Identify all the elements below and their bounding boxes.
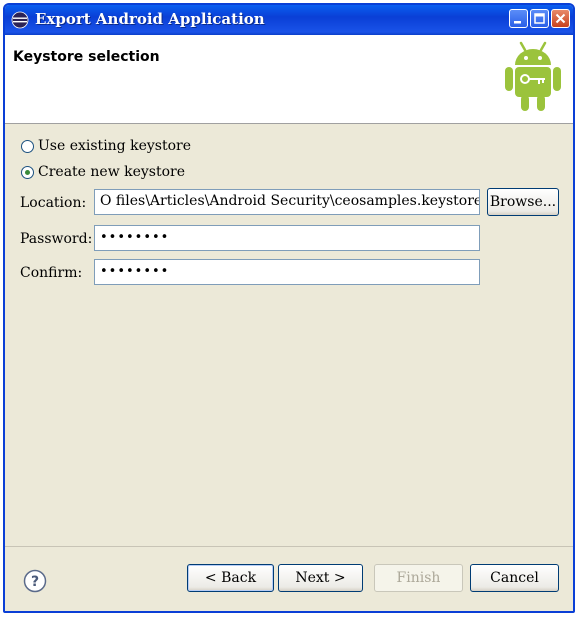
create-new-keystore-radio[interactable]	[21, 165, 34, 179]
wizard-body: Use existing keystore Create new keystor…	[5, 124, 573, 546]
finish-button: Finish	[374, 564, 463, 592]
back-button[interactable]: < Back	[187, 564, 274, 592]
android-logo	[505, 41, 561, 111]
browse-button[interactable]: Browse...	[487, 188, 559, 216]
close-button[interactable]	[551, 9, 570, 28]
export-dialog: Export Android Application Keystore sele…	[3, 3, 575, 613]
svg-text:?: ?	[31, 574, 39, 590]
window-title: Export Android Application	[35, 10, 265, 28]
password-field[interactable]: ••••••••	[94, 225, 480, 251]
location-label: Location:	[20, 195, 87, 211]
eclipse-icon	[11, 11, 29, 29]
location-field[interactable]: O files\Articles\Android Security\ceosam…	[94, 189, 480, 215]
create-new-keystore-option[interactable]: Create new keystore	[21, 164, 185, 180]
title-bar[interactable]: Export Android Application	[5, 5, 573, 35]
cancel-button[interactable]: Cancel	[470, 564, 559, 592]
use-existing-keystore-label: Use existing keystore	[38, 138, 191, 154]
use-existing-keystore-radio[interactable]	[21, 139, 34, 153]
close-icon	[555, 13, 566, 24]
wizard-header: Keystore selection	[5, 35, 573, 124]
help-icon[interactable]: ?	[23, 569, 47, 593]
next-button[interactable]: Next >	[278, 564, 363, 592]
minimize-icon	[514, 21, 521, 24]
maximize-icon	[534, 13, 545, 24]
button-bar: ? < Back Next > Finish Cancel	[5, 546, 573, 611]
confirm-password-field[interactable]: ••••••••	[94, 259, 480, 285]
confirm-label: Confirm:	[20, 265, 83, 281]
minimize-button[interactable]	[509, 9, 528, 28]
maximize-button[interactable]	[530, 9, 549, 28]
page-title: Keystore selection	[13, 49, 160, 65]
password-label: Password:	[20, 231, 93, 247]
create-new-keystore-label: Create new keystore	[38, 164, 186, 180]
use-existing-keystore-option[interactable]: Use existing keystore	[21, 138, 191, 154]
